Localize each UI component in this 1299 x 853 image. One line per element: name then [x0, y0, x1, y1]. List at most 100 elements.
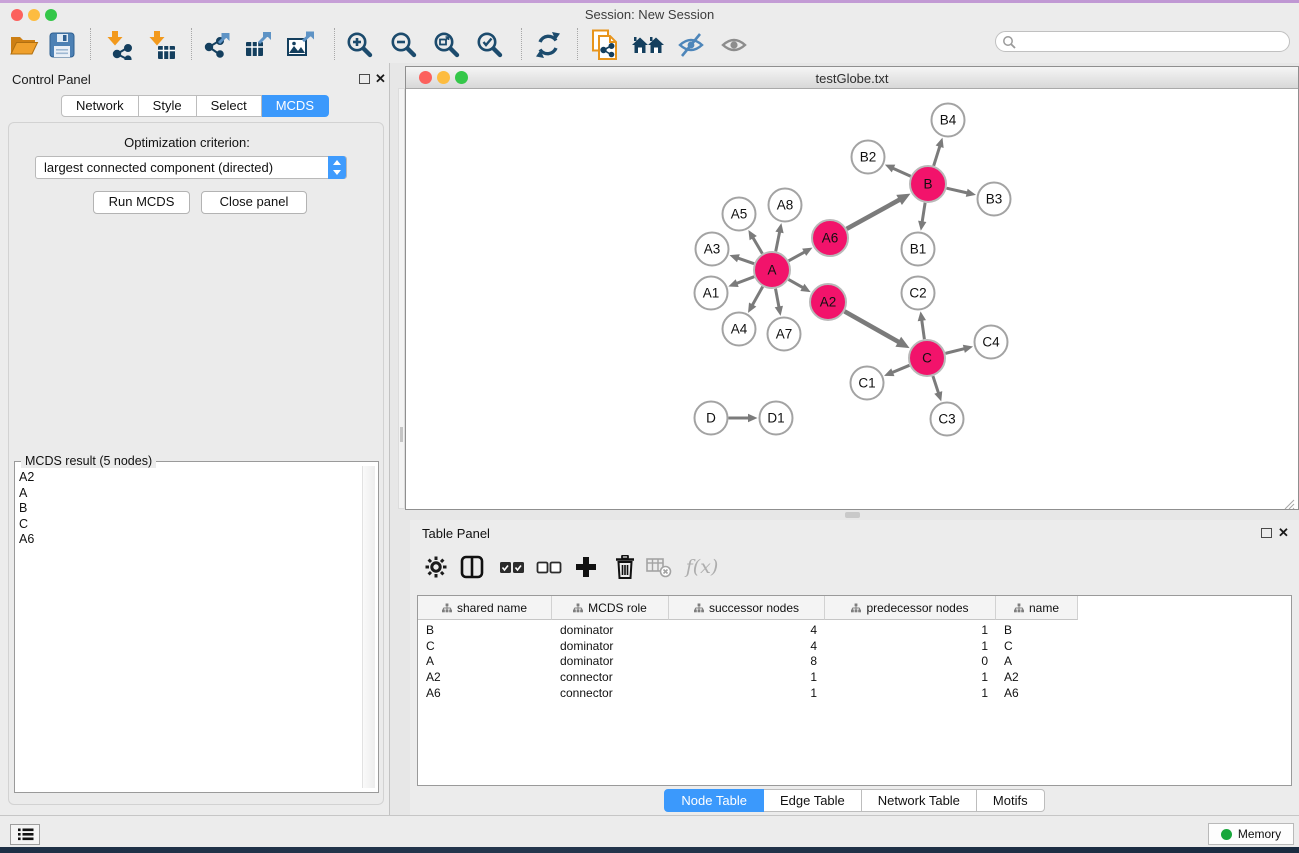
- edge-B-B2[interactable]: [893, 168, 911, 176]
- edge-C-C1[interactable]: [892, 365, 910, 372]
- mcds-result-item[interactable]: B: [19, 501, 34, 517]
- edge-C-C3[interactable]: [933, 376, 939, 393]
- open-session-icon[interactable]: [7, 29, 41, 61]
- edge-C-C2[interactable]: [922, 320, 925, 339]
- tab-edge-table[interactable]: Edge Table: [764, 789, 862, 812]
- node-A6[interactable]: A6: [812, 220, 848, 256]
- node-D[interactable]: D: [695, 402, 728, 435]
- run-mcds-button[interactable]: Run MCDS: [93, 191, 190, 214]
- edge-A-A1[interactable]: [736, 277, 754, 284]
- tab-node-table[interactable]: Node Table: [664, 789, 764, 812]
- table-row[interactable]: A6connector11A6: [418, 686, 1291, 702]
- select-all-rows-icon[interactable]: [496, 551, 528, 583]
- delete-table-icon[interactable]: [643, 551, 675, 583]
- edge-A-A5[interactable]: [753, 237, 763, 253]
- zoom-fit-icon[interactable]: [430, 29, 464, 61]
- table-settings-gear-icon[interactable]: [420, 551, 452, 583]
- zoom-in-icon[interactable]: [343, 29, 377, 61]
- close-panel-icon[interactable]: ✕: [375, 74, 386, 84]
- column-header-predecessor-nodes[interactable]: predecessor nodes: [825, 596, 996, 620]
- result-scrollbar[interactable]: [362, 466, 375, 788]
- network-vertical-scrollbar[interactable]: [398, 88, 405, 509]
- column-header-shared-name[interactable]: shared name: [418, 596, 552, 620]
- mcds-result-item[interactable]: A: [19, 486, 34, 502]
- show-columns-icon[interactable]: [456, 551, 488, 583]
- export-table-icon[interactable]: [242, 29, 276, 61]
- export-image-icon[interactable]: [284, 29, 318, 61]
- node-A[interactable]: A: [754, 252, 790, 288]
- show-all-networks-icon[interactable]: [631, 29, 665, 61]
- tab-select[interactable]: Select: [197, 95, 262, 117]
- zoom-selected-icon[interactable]: [473, 29, 507, 61]
- resize-grip-icon[interactable]: [1283, 498, 1295, 510]
- node-C4[interactable]: C4: [975, 326, 1008, 359]
- mcds-result-item[interactable]: C: [19, 517, 34, 533]
- edge-B-B1[interactable]: [922, 203, 925, 223]
- edge-A-A4[interactable]: [752, 287, 763, 306]
- node-A2[interactable]: A2: [810, 284, 846, 320]
- close-table-panel-icon[interactable]: ✕: [1278, 528, 1289, 538]
- node-B2[interactable]: B2: [852, 141, 885, 174]
- search-input[interactable]: [1016, 34, 1289, 50]
- import-network-icon[interactable]: [102, 29, 136, 61]
- edge-A-A7[interactable]: [776, 289, 780, 308]
- search-field[interactable]: [995, 31, 1290, 52]
- export-network-icon[interactable]: [200, 29, 234, 61]
- node-B[interactable]: B: [910, 166, 946, 202]
- table-row[interactable]: Cdominator41C: [418, 639, 1291, 655]
- float-table-panel-icon[interactable]: [1261, 528, 1272, 538]
- table-row[interactable]: Bdominator41B: [418, 623, 1291, 639]
- edge-A-A6[interactable]: [789, 252, 805, 261]
- column-header-successor-nodes[interactable]: successor nodes: [669, 596, 825, 620]
- node-B1[interactable]: B1: [902, 233, 935, 266]
- node-C[interactable]: C: [909, 340, 945, 376]
- function-builder-icon[interactable]: f(x): [682, 551, 722, 583]
- show-selected-icon[interactable]: [717, 29, 751, 61]
- criterion-dropdown[interactable]: largest connected component (directed): [35, 156, 347, 179]
- save-session-icon[interactable]: [45, 29, 79, 61]
- edge-A-A8[interactable]: [776, 231, 780, 251]
- tab-motifs[interactable]: Motifs: [977, 789, 1045, 812]
- tab-network[interactable]: Network: [61, 95, 139, 117]
- mcds-result-list[interactable]: A2ABCA6: [19, 470, 34, 548]
- network-window-titlebar[interactable]: testGlobe.txt: [406, 67, 1298, 89]
- delete-column-trash-icon[interactable]: [609, 551, 641, 583]
- node-B4[interactable]: B4: [932, 104, 965, 137]
- node-A1[interactable]: A1: [695, 277, 728, 310]
- node-A4[interactable]: A4: [723, 313, 756, 346]
- network-horizontal-scrollbar[interactable]: [845, 512, 860, 518]
- node-D1[interactable]: D1: [760, 402, 793, 435]
- node-C2[interactable]: C2: [902, 277, 935, 310]
- float-panel-icon[interactable]: [359, 74, 370, 84]
- clone-network-icon[interactable]: [588, 29, 622, 61]
- hide-selected-icon[interactable]: [674, 29, 708, 61]
- edge-A2-C[interactable]: [845, 311, 900, 342]
- table-row[interactable]: A2connector11A2: [418, 670, 1291, 686]
- network-graph[interactable]: B4B2BB3A5A8A6A3B1AA1C2A2A4A7CC4C1C3DD1: [406, 89, 1298, 509]
- task-history-button[interactable]: [10, 824, 40, 845]
- edge-A-A2[interactable]: [788, 279, 803, 287]
- close-panel-button[interactable]: Close panel: [201, 191, 307, 214]
- zoom-out-icon[interactable]: [387, 29, 421, 61]
- memory-button[interactable]: Memory: [1208, 823, 1294, 845]
- column-header-MCDS-role[interactable]: MCDS role: [552, 596, 669, 620]
- edge-A6-B[interactable]: [847, 199, 900, 228]
- node-A5[interactable]: A5: [723, 198, 756, 231]
- deselect-all-rows-icon[interactable]: [533, 551, 565, 583]
- node-C1[interactable]: C1: [851, 367, 884, 400]
- node-B3[interactable]: B3: [978, 183, 1011, 216]
- column-header-name[interactable]: name: [996, 596, 1078, 620]
- edge-B-B4[interactable]: [934, 146, 940, 166]
- tab-network-table[interactable]: Network Table: [862, 789, 977, 812]
- edge-B-B3[interactable]: [947, 188, 968, 193]
- mcds-result-item[interactable]: A2: [19, 470, 34, 486]
- table-row[interactable]: Adominator80A: [418, 654, 1291, 670]
- tab-mcds[interactable]: MCDS: [262, 95, 329, 117]
- edge-C-C4[interactable]: [945, 349, 964, 354]
- import-table-icon[interactable]: [144, 29, 178, 61]
- node-A8[interactable]: A8: [769, 189, 802, 222]
- node-C3[interactable]: C3: [931, 403, 964, 436]
- refresh-layout-icon[interactable]: [531, 29, 565, 61]
- add-column-icon[interactable]: [570, 551, 602, 583]
- edge-A-A3[interactable]: [737, 258, 754, 264]
